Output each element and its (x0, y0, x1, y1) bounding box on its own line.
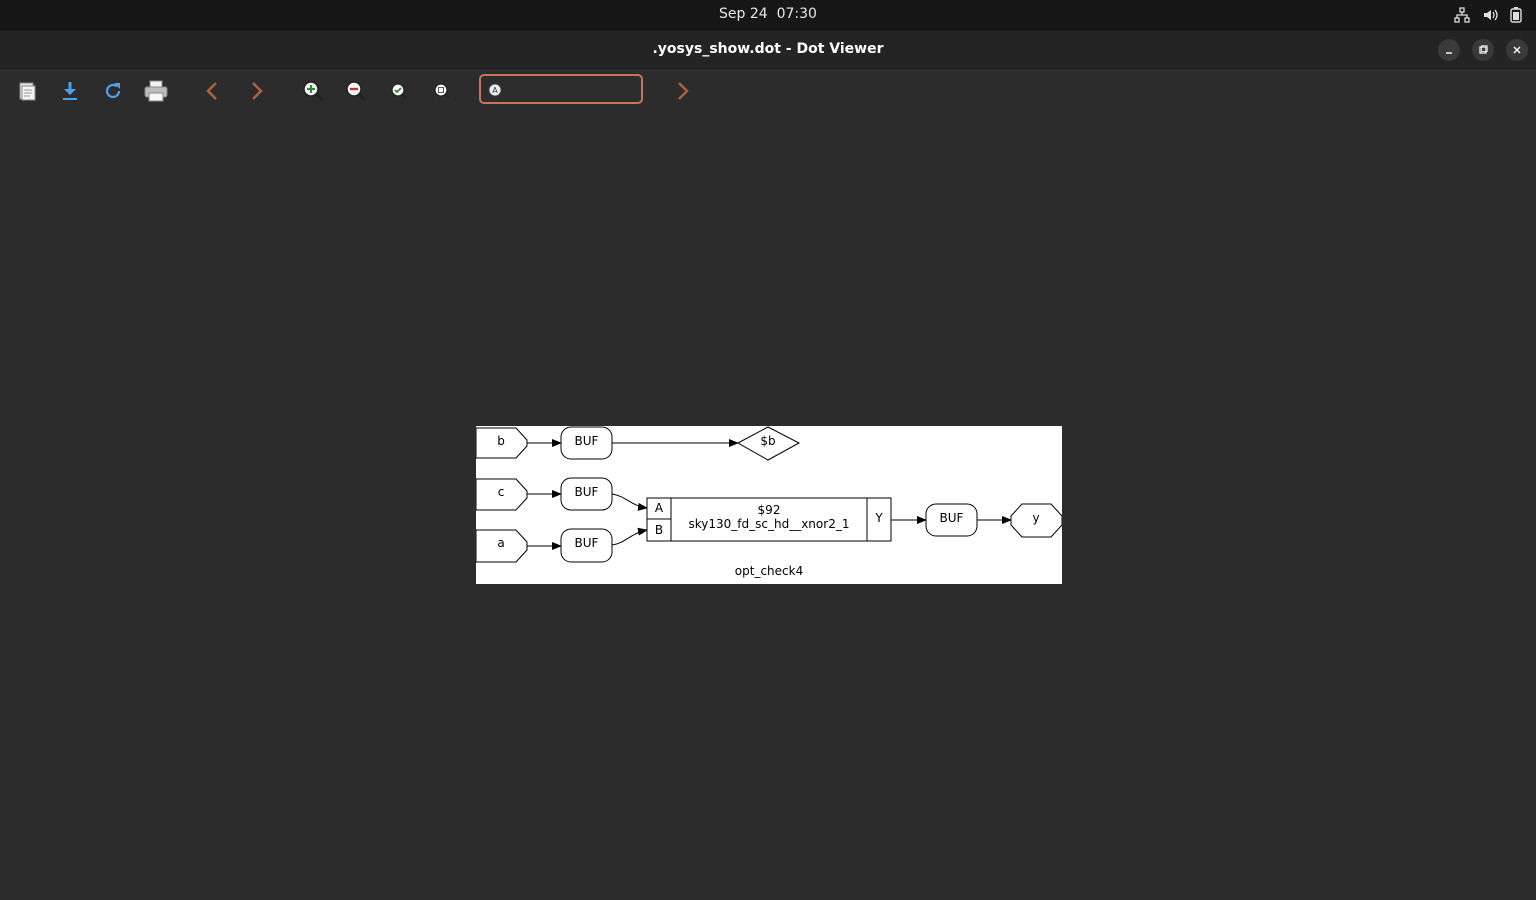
input-label-c: c (498, 485, 505, 499)
search-icon: A (488, 83, 502, 97)
cell-port-y: Y (874, 511, 883, 525)
date-text: Sep 24 (719, 6, 768, 22)
buffer-label-a: BUF (575, 536, 599, 550)
cell-port-a: A (655, 501, 664, 515)
cell-id: $92 (758, 503, 781, 517)
network-icon[interactable] (1454, 7, 1470, 23)
dot-viewer-window: .yosys_show.dot - Dot Viewer A b BUF $b … (0, 31, 1536, 900)
zoom-out-icon (346, 81, 366, 101)
print-button[interactable] (141, 76, 171, 106)
system-top-bar: Sep 24 07:30 (0, 0, 1536, 31)
system-tray[interactable] (1454, 7, 1522, 23)
buffer-node-c[interactable]: BUF (560, 477, 613, 511)
save-icon (63, 82, 77, 100)
search-box[interactable]: A (479, 74, 643, 104)
edge-bufc-a (611, 493, 648, 511)
close-button[interactable] (1506, 39, 1528, 61)
input-port-a[interactable]: a (475, 529, 528, 563)
battery-icon[interactable] (1510, 7, 1522, 23)
buffer-node-b[interactable]: BUF (560, 426, 613, 460)
open-icon (19, 82, 36, 101)
clock[interactable]: Sep 24 07:30 (0, 6, 1536, 22)
input-label-a: a (497, 536, 504, 550)
maximize-button[interactable] (1472, 39, 1494, 61)
zoom-fit-icon (391, 83, 407, 99)
wire-node-b[interactable]: $b (736, 426, 801, 461)
reload-icon (105, 83, 121, 99)
window-title: .yosys_show.dot - Dot Viewer (652, 41, 884, 57)
graph-canvas[interactable]: b BUF $b c BUF a BUF A B $92 sky130_fd_s… (475, 426, 1063, 584)
volume-icon[interactable] (1482, 7, 1498, 23)
maximize-icon (1479, 45, 1488, 54)
title-bar[interactable]: .yosys_show.dot - Dot Viewer (0, 31, 1536, 69)
time-text: 07:30 (776, 6, 817, 22)
svg-text:A: A (492, 86, 498, 95)
buffer-node-a[interactable]: BUF (560, 528, 613, 563)
close-icon (1513, 46, 1521, 54)
forward-icon (252, 82, 263, 100)
save-button[interactable] (55, 76, 85, 106)
find-next-icon (678, 82, 689, 100)
forward-button[interactable] (242, 76, 272, 106)
zoom-100-icon (434, 83, 450, 99)
input-label-b: b (497, 434, 505, 448)
minimize-button[interactable] (1438, 39, 1460, 61)
open-button[interactable] (12, 76, 42, 106)
back-button[interactable] (197, 76, 227, 106)
output-port-y[interactable]: y (1010, 503, 1063, 538)
reload-button[interactable] (98, 76, 128, 106)
cell-type: sky130_fd_sc_hd__xnor2_1 (689, 517, 850, 531)
edge-bufa-b (611, 527, 648, 546)
buffer-label-b: BUF (575, 434, 599, 448)
window-controls (1438, 39, 1528, 61)
find-next-button[interactable] (668, 76, 698, 106)
input-port-c[interactable]: c (475, 478, 528, 511)
zoom-out-button[interactable] (341, 76, 371, 106)
buffer-label-c: BUF (575, 485, 599, 499)
wire-label: $b (760, 434, 775, 448)
buffer-label-y: BUF (940, 511, 964, 525)
zoom-fit-button[interactable] (384, 76, 414, 106)
toolbar: A (0, 69, 1536, 113)
zoom-100-button[interactable] (427, 76, 457, 106)
buffer-node-y[interactable]: BUF (925, 503, 978, 537)
graph-title: opt_check4 (735, 564, 803, 578)
output-label-y: y (1032, 511, 1039, 525)
cell-xnor2[interactable]: A B $92 sky130_fd_sc_hd__xnor2_1 Y (646, 497, 892, 542)
zoom-in-icon (303, 81, 323, 101)
cell-port-b: B (655, 523, 663, 537)
print-icon (144, 80, 168, 102)
input-port-b[interactable]: b (475, 427, 528, 459)
search-input[interactable] (507, 79, 637, 99)
minimize-icon (1446, 52, 1452, 54)
back-icon (206, 82, 217, 100)
zoom-in-button[interactable] (298, 76, 328, 106)
